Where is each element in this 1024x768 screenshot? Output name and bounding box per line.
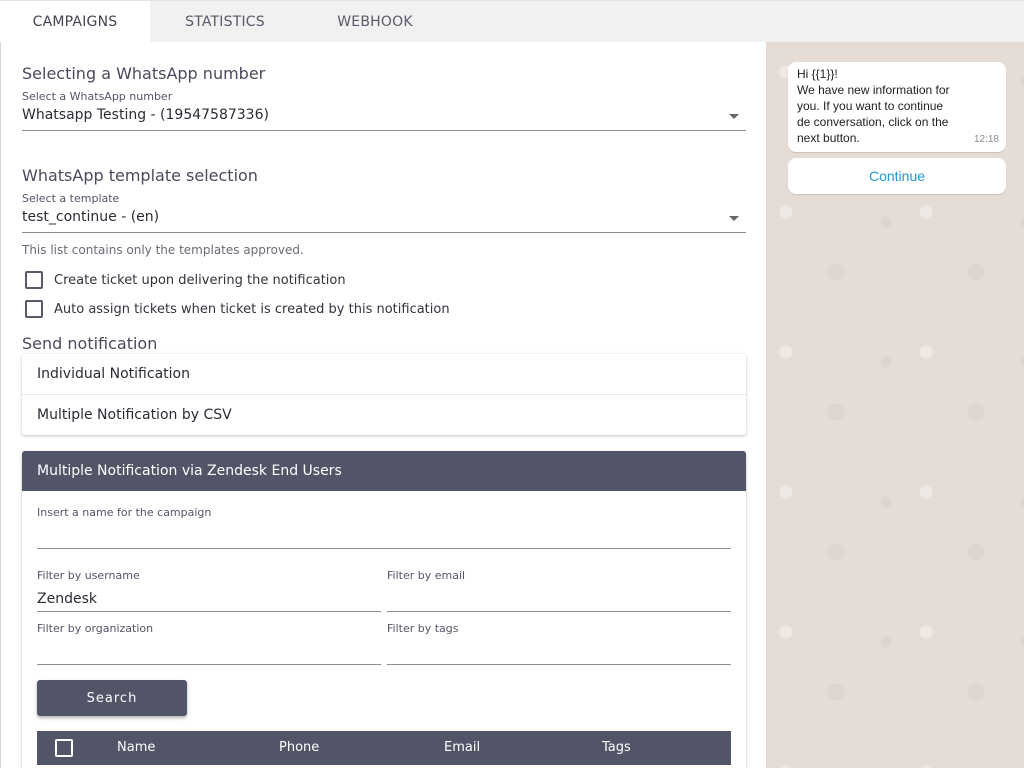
whatsapp-number-select[interactable]: Whatsapp Testing - (19547587336) (22, 105, 746, 131)
organization-filter-input[interactable] (37, 639, 381, 665)
top-tabs: CAMPAIGNS STATISTICS WEBHOOK (0, 0, 1024, 42)
message-line: Hi {{1}}! (797, 67, 838, 81)
column-phone[interactable]: Phone (279, 740, 319, 755)
column-email[interactable]: Email (444, 740, 480, 755)
template-select-label: Select a template (22, 192, 120, 205)
template-select[interactable]: test_continue - (en) (22, 207, 746, 233)
zendesk-panel-header[interactable]: Multiple Notification via Zendesk End Us… (22, 451, 746, 491)
chevron-down-icon (729, 114, 739, 119)
email-filter-input[interactable] (387, 586, 731, 612)
number-section-title: Selecting a WhatsApp number (22, 64, 266, 83)
tab-statistics[interactable]: STATISTICS (150, 1, 300, 42)
message-line: next button. (797, 131, 860, 145)
individual-notification-item[interactable]: Individual Notification (22, 354, 746, 394)
template-value: test_continue - (en) (22, 209, 160, 225)
create-ticket-option[interactable]: Create ticket upon delivering the notifi… (25, 271, 346, 289)
notification-type-list: Individual Notification Multiple Notific… (22, 354, 746, 435)
tags-filter-label: Filter by tags (387, 622, 459, 635)
campaign-name-input[interactable] (37, 523, 731, 549)
send-notification-title: Send notification (22, 334, 158, 353)
tab-campaigns[interactable]: CAMPAIGNS (0, 1, 150, 42)
message-line: We have new information for (797, 83, 950, 97)
username-filter-input[interactable] (37, 586, 381, 612)
whatsapp-preview: Hi {{1}}! We have new information for yo… (766, 42, 1024, 768)
message-bubble: Hi {{1}}! We have new information for yo… (788, 62, 1006, 152)
auto-assign-checkbox[interactable] (25, 300, 43, 318)
csv-notification-item[interactable]: Multiple Notification by CSV (22, 394, 746, 434)
campaign-form: Selecting a WhatsApp number Select a Wha… (0, 42, 766, 768)
campaign-name-label: Insert a name for the campaign (37, 506, 212, 519)
number-select-label: Select a WhatsApp number (22, 90, 173, 103)
organization-filter-label: Filter by organization (37, 622, 154, 635)
zendesk-users-panel: Multiple Notification via Zendesk End Us… (22, 451, 746, 768)
users-table-header: Name Phone Email Tags (37, 731, 731, 765)
column-name[interactable]: Name (117, 740, 155, 755)
template-hint: This list contains only the templates ap… (22, 243, 304, 257)
column-tags[interactable]: Tags (602, 740, 631, 755)
tab-webhook[interactable]: WEBHOOK (300, 1, 450, 42)
template-section-title: WhatsApp template selection (22, 166, 258, 185)
continue-button[interactable]: Continue (788, 158, 1006, 194)
select-all-checkbox[interactable] (55, 739, 73, 757)
whatsapp-number-value: Whatsapp Testing - (19547587336) (22, 107, 269, 123)
create-ticket-label: Create ticket upon delivering the notifi… (54, 272, 346, 288)
username-filter-label: Filter by username (37, 569, 140, 582)
email-filter-label: Filter by email (387, 569, 466, 582)
message-time: 12:18 (973, 134, 999, 145)
chevron-down-icon (729, 216, 739, 221)
tags-filter-input[interactable] (387, 639, 731, 665)
create-ticket-checkbox[interactable] (25, 271, 43, 289)
message-line: you. If you want to continue (797, 99, 944, 113)
auto-assign-option[interactable]: Auto assign tickets when ticket is creat… (25, 300, 450, 318)
auto-assign-label: Auto assign tickets when ticket is creat… (54, 301, 450, 317)
search-button[interactable]: Search (37, 680, 187, 716)
message-line: de conversation, click on the (797, 115, 949, 129)
